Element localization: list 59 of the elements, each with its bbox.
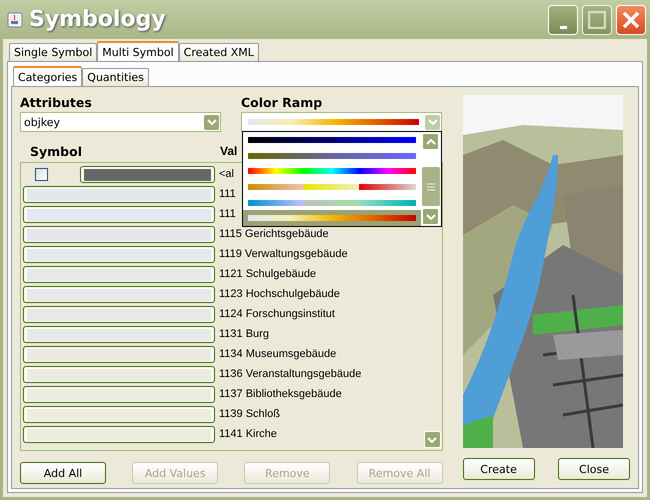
- table-cell: 1139 Schloß: [219, 408, 280, 420]
- symbol-button[interactable]: [23, 266, 215, 282]
- symbol-button[interactable]: [23, 306, 215, 322]
- table-cell: 1131 Burg: [219, 328, 269, 340]
- table-cell: <al: [219, 168, 234, 180]
- tab[interactable]: Created XML: [178, 43, 259, 61]
- checkbox[interactable]: [35, 168, 48, 180]
- table-cell: 1115 Gerichtsgebäude: [219, 228, 329, 240]
- column-header: Val: [220, 144, 238, 158]
- table-cell: 1134 Museumsgebäude: [219, 348, 336, 360]
- minimize-icon: [560, 26, 566, 28]
- action-button[interactable]: Add All: [20, 462, 106, 484]
- table-cell: 111: [219, 208, 236, 220]
- table-cell: 111: [219, 188, 236, 200]
- table-cell: 1119 Verwaltungsgebäude: [219, 248, 348, 260]
- dropdown[interactable]: objkey: [20, 112, 221, 132]
- window-title: Symbology: [29, 7, 167, 32]
- table-cell: 1136 Veranstaltungsgebäude: [219, 368, 362, 380]
- table-cell: 1123 Hochschulgebäude: [219, 288, 340, 300]
- chevron-down-icon: [427, 436, 438, 442]
- tab[interactable]: Quantities: [82, 68, 149, 86]
- symbol-button[interactable]: [23, 406, 215, 422]
- symbol-button[interactable]: [23, 246, 215, 262]
- dropdown[interactable]: [241, 112, 442, 132]
- symbol-button[interactable]: [23, 206, 215, 222]
- maximize-icon: [588, 10, 606, 28]
- symbol-button[interactable]: [23, 226, 215, 242]
- minimize-button[interactable]: [548, 4, 578, 34]
- maximize-button[interactable]: [582, 4, 612, 34]
- action-button[interactable]: Create: [462, 458, 535, 480]
- scroll-down-button[interactable]: [422, 208, 439, 225]
- scroll-thumb[interactable]: [422, 167, 440, 206]
- symbol-button[interactable]: [23, 426, 215, 442]
- action-button[interactable]: Close: [558, 458, 630, 480]
- column-header: Symbol: [29, 144, 83, 158]
- table-cell: 1124 Forschungsinstitut: [219, 308, 335, 320]
- scroll-down-button[interactable]: [424, 431, 441, 448]
- field-label: Color Ramp: [241, 95, 324, 112]
- chevron-down-icon: [426, 214, 436, 220]
- symbol-button[interactable]: [23, 326, 215, 342]
- table-cell: 1141 Kirche: [219, 428, 277, 440]
- table-cell: 1121 Schulgebäude: [219, 268, 316, 280]
- tab[interactable]: Categories: [13, 66, 82, 86]
- close-button[interactable]: [616, 4, 646, 34]
- symbol-button[interactable]: [23, 286, 215, 302]
- table-cell: 1137 Bibliotheksgebäude: [219, 388, 342, 400]
- symbol-button[interactable]: [23, 386, 215, 402]
- chevron-up-icon: [426, 138, 436, 144]
- symbol-button[interactable]: [23, 186, 215, 202]
- color-ramp-option[interactable]: [243, 210, 421, 226]
- scroll-up-button[interactable]: [422, 133, 439, 150]
- symbol-button[interactable]: [23, 366, 215, 382]
- field-label: Attributes: [20, 95, 93, 112]
- symbol-button[interactable]: [23, 346, 215, 362]
- cup-icon: [7, 12, 23, 28]
- symbol-button[interactable]: [80, 166, 215, 182]
- tab[interactable]: Multi Symbol: [97, 41, 179, 61]
- close-icon: [622, 10, 640, 28]
- tab[interactable]: Single Symbol: [9, 43, 98, 61]
